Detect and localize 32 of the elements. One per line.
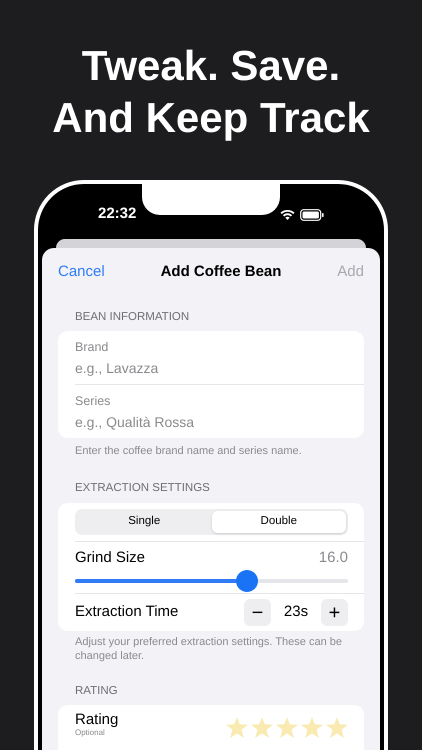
rating-label: Rating [75,711,118,728]
headline: And Keep Track [52,93,370,143]
star-icon [251,717,273,738]
extraction-time-value: 23s [282,602,310,622]
wifi-icon [280,209,295,220]
field-label: Series [75,393,112,410]
increment-button[interactable]: + [321,599,348,626]
star-icon [326,717,348,738]
star-icon [226,717,248,738]
input-field[interactable]: e.g., Qualità Rossa [75,412,348,433]
extraction-time-label: Extraction Time [75,602,178,622]
segment-tab[interactable]: Single [77,510,212,532]
section-header: BEAN INFORMATION [75,310,190,325]
segment-tab[interactable]: Double [212,510,346,532]
battery-icon [300,208,324,220]
headline: Tweak. Save. [82,41,340,91]
star-icon [301,717,323,738]
field-label: Brand [75,339,110,356]
section-header: RATING [75,684,119,699]
section-header: EXTRACTION SETTINGS [75,481,211,496]
section-footer: Adjust your preferred extraction settings. These can be changed later. [75,635,354,663]
grind-size-reading: 16.0 [318,548,348,568]
sheet-title: Add Coffee Bean [160,262,282,282]
star-icon [276,717,298,738]
input-field[interactable]: e.g., Lavazza [75,358,348,379]
rating-hint: Optional [75,728,106,738]
slider-thumb[interactable] [236,570,258,592]
grind-size-label: Grind Size [75,548,146,568]
section-footer: Enter the coffee brand name and series name. [75,442,364,460]
cancel-button[interactable]: Cancel [58,260,105,284]
decrement-button[interactable]: − [244,599,271,626]
status-time: 22:32 [98,204,136,224]
